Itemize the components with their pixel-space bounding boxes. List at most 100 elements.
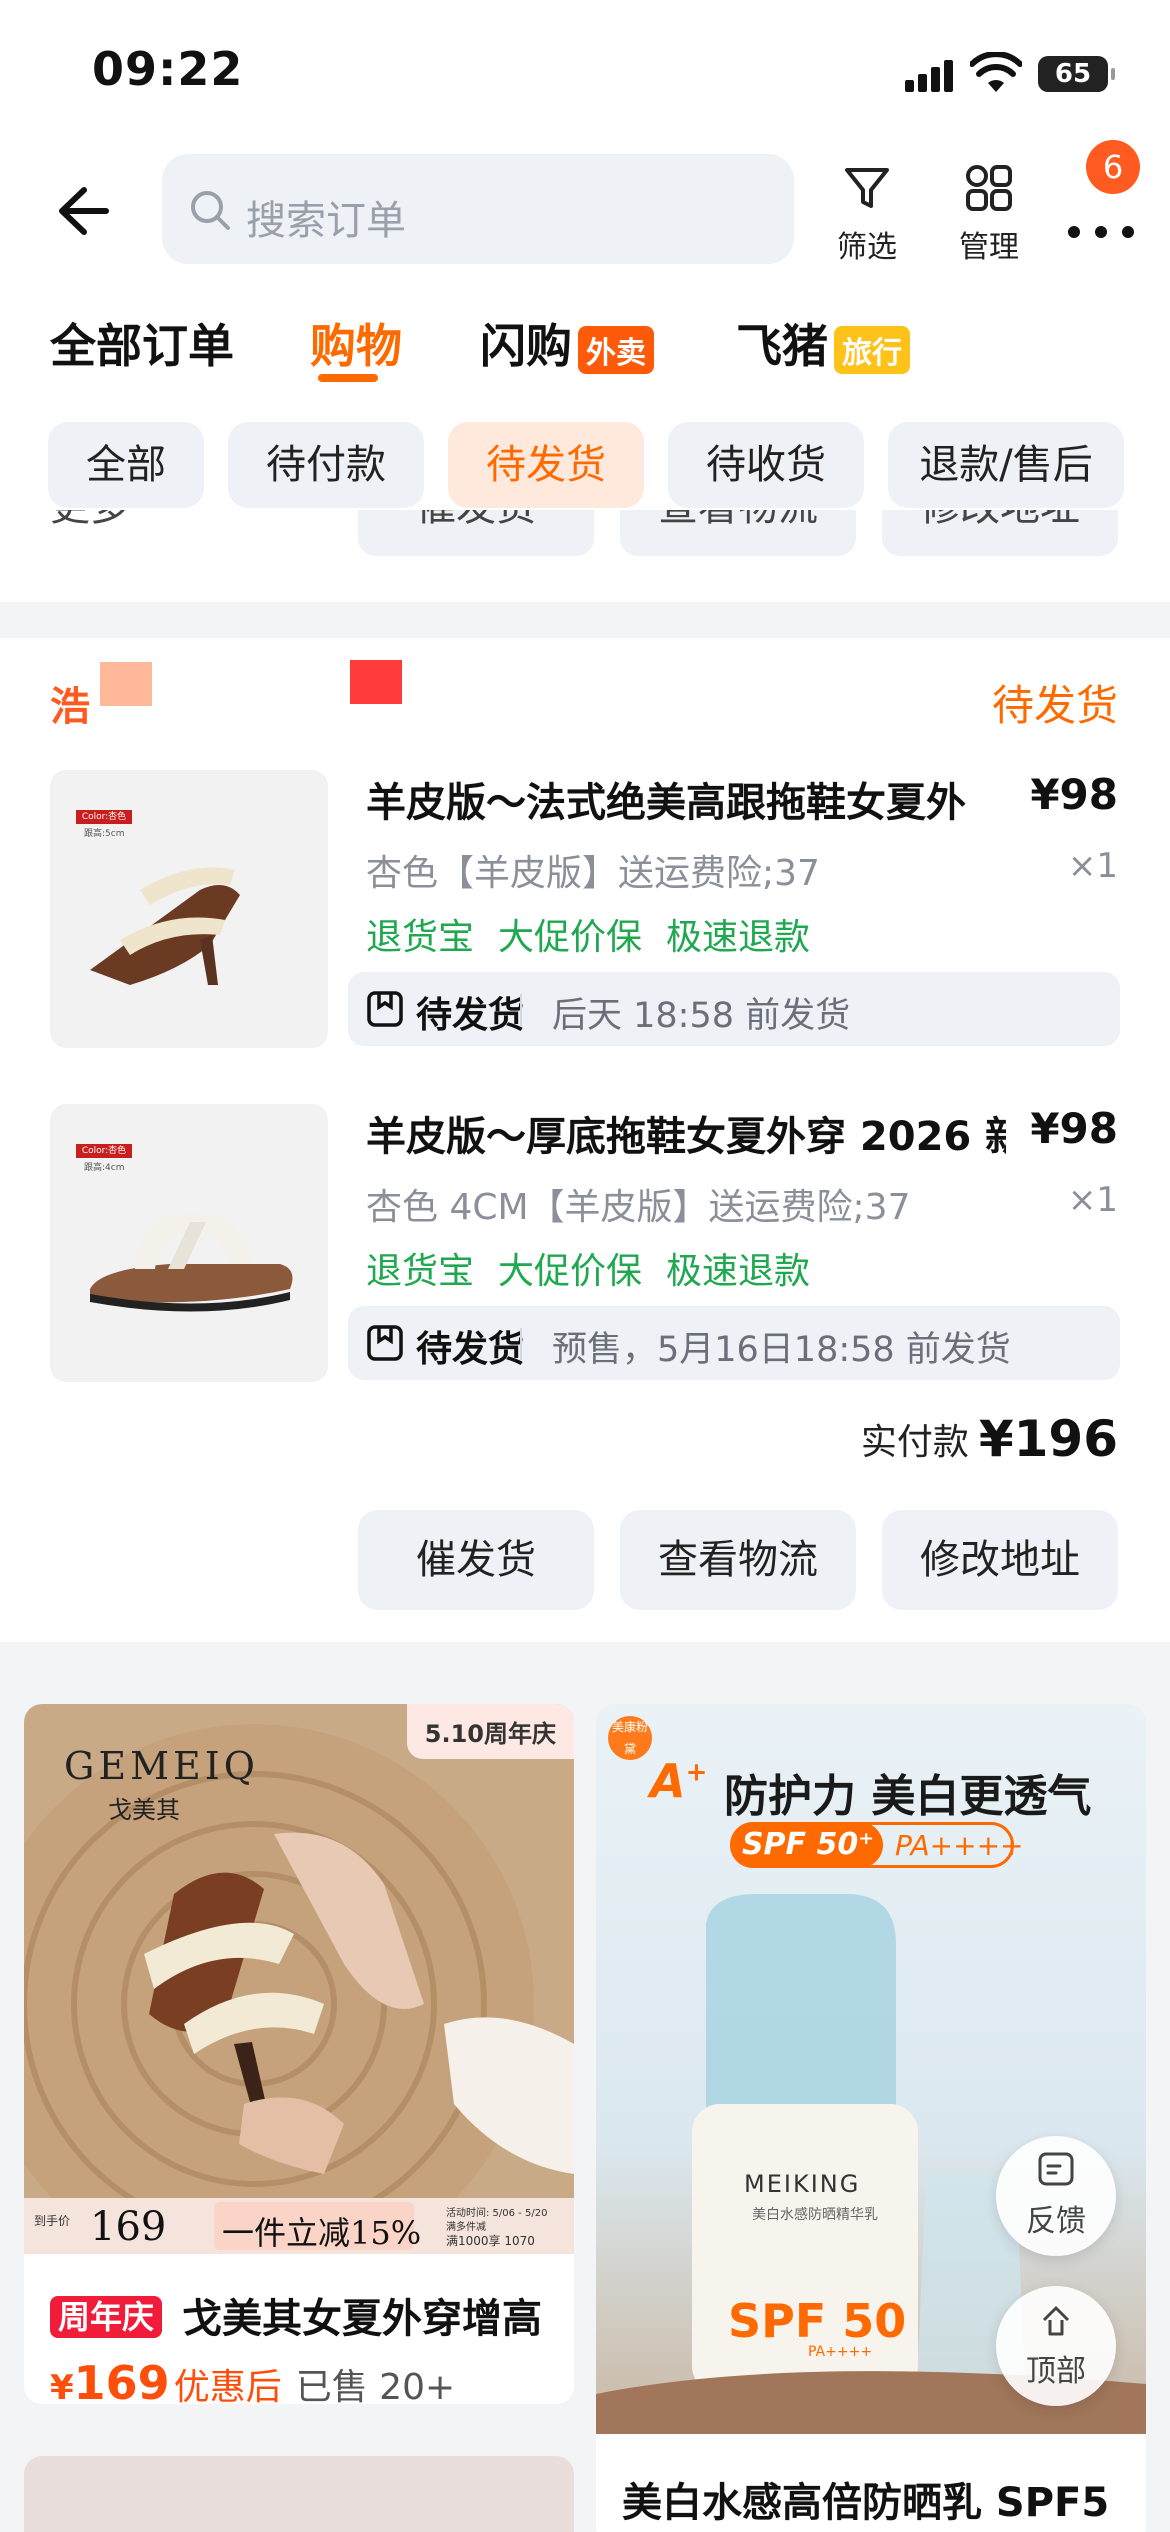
product-image: GEMEIQ 戈美其 5.10周年庆 到手价 169 一件立减15% 活动时间:…	[24, 1704, 574, 2254]
ship-deadline: 后天 18:58 前发货	[552, 996, 851, 1036]
service-tag: 极速退款	[666, 1251, 811, 1292]
product-qty: ×1	[1067, 1180, 1118, 1220]
tab-all-orders[interactable]: 全部订单	[50, 310, 234, 376]
chip-pending-receipt[interactable]: 待收货	[668, 422, 864, 508]
service-tag: 极速退款	[666, 917, 811, 958]
card-title-row: 周年庆 戈美其女夏外穿增高	[50, 2286, 542, 2344]
shop-header[interactable]: 浩 待发货	[0, 650, 1170, 740]
peek-label: 修改地址	[920, 510, 1080, 532]
tab-label: 飞猪	[736, 319, 828, 373]
chip-pending-payment[interactable]: 待付款	[228, 422, 424, 508]
main-tabs: 全部订单 购物 闪购 外卖 飞猪 旅行	[0, 300, 1170, 390]
service-tag: 退货宝	[366, 1251, 475, 1292]
peek-urge-button[interactable]: 催发货	[358, 510, 594, 556]
peek-label: 催发货	[416, 510, 536, 532]
package-icon	[367, 991, 403, 1027]
peek-label: 查看物流	[658, 510, 818, 532]
search-input[interactable]: 搜索订单	[162, 154, 794, 264]
status-bar: 09:22 65	[0, 0, 1170, 140]
chip-refund-aftersale[interactable]: 退款/售后	[888, 422, 1124, 508]
service-tag: 退货宝	[366, 917, 475, 958]
status-time: 09:22	[92, 42, 244, 96]
manage-button[interactable]: 管理	[934, 160, 1044, 270]
banner-price: 169	[90, 2204, 167, 2250]
feedback-icon	[1038, 2152, 1074, 2186]
product-thumbnail: Color:杏色 跟高:5cm	[50, 770, 328, 1048]
previous-order-peek: 更多 催发货 查看物流 修改地址	[0, 510, 1170, 570]
card-title: 戈美其女夏外穿增高	[181, 2296, 542, 2342]
peek-address-button[interactable]: 修改地址	[882, 510, 1118, 556]
sandal-image	[90, 867, 240, 985]
shop-name-redacted	[350, 660, 402, 704]
product-price: ¥98	[1030, 1104, 1118, 1153]
total-value: ¥196	[978, 1410, 1118, 1468]
anniversary-tag: 周年庆	[50, 2296, 163, 2338]
tab-tag-takeout: 外卖	[578, 325, 654, 374]
tab-shopping[interactable]: 购物	[310, 310, 402, 376]
tab-label: 全部订单	[50, 319, 234, 373]
package-icon	[367, 1325, 403, 1361]
divider	[520, 994, 522, 1026]
banner-label: 到手价	[34, 2214, 71, 2228]
total-label: 实付款	[860, 1422, 969, 1463]
product-spec: 杏色 4CM【羊皮版】送运费险;37	[366, 1187, 911, 1228]
banner-offer: 一件立减15%	[222, 2214, 422, 2252]
brand-logo: GEMEIQ	[64, 1744, 259, 1788]
banner-event2: 满多件减	[446, 2222, 486, 2233]
back-icon[interactable]	[44, 176, 114, 246]
chip-all[interactable]: 全部	[48, 422, 204, 508]
product-thumbnail: Color:杏色 跟高:4cm	[50, 1104, 328, 1382]
anniversary-corner: 5.10周年庆	[406, 1704, 574, 1759]
recommend-card[interactable]: GEMEIQ 戈美其 5.10周年庆 到手价 169 一件立减15% 活动时间:…	[24, 1704, 574, 2404]
recommend-card[interactable]: 美康粉黛 A+ 防护力 美白更透气 SPF 50⁺ PA++++ MEIKING…	[596, 1704, 1146, 2532]
product-title: 羊皮版～厚底拖鞋女夏外穿 2026 新	[366, 1114, 1006, 1160]
ship-status-label: 待发货	[416, 1329, 525, 1370]
modify-address-button[interactable]: 修改地址	[882, 1510, 1118, 1610]
urge-shipment-button[interactable]: 催发货	[358, 1510, 594, 1610]
feedback-label: 反馈	[1026, 2204, 1086, 2239]
chip-pending-shipment[interactable]: 待发货	[448, 422, 644, 508]
product-pa: PA++++	[808, 2344, 873, 2360]
banner-event3: 满1000享 1070	[446, 2234, 535, 2248]
search-placeholder: 搜索订单	[246, 198, 406, 244]
more-icon[interactable]	[1066, 186, 1136, 256]
filter-button[interactable]: 筛选	[812, 160, 922, 270]
shop-logo: 浩	[50, 684, 90, 730]
product-spf: SPF 50	[728, 2294, 907, 2348]
divider	[520, 1328, 522, 1360]
price-note: 优惠后	[173, 2367, 282, 2404]
product-title: 羊皮版～法式绝美高跟拖鞋女夏外	[366, 780, 966, 826]
product-subtitle: 美白水感防晒精华乳	[752, 2207, 878, 2223]
manage-label: 管理	[959, 230, 1019, 265]
brand-cn: 戈美其	[108, 1796, 180, 1824]
view-logistics-button[interactable]: 查看物流	[620, 1510, 856, 1610]
service-tag: 大促价保	[498, 917, 643, 958]
shipping-status-bar[interactable]: 待发货 后天 18:58 前发货	[348, 972, 1120, 1046]
service-tags: 退货宝 大促价保 极速退款	[366, 908, 834, 960]
order-item[interactable]: Color:杏色 跟高:4cm 羊皮版～厚底拖鞋女夏外穿 2026 新 ¥98 …	[0, 1104, 1170, 1394]
feedback-button[interactable]: 反馈	[996, 2136, 1116, 2256]
active-tab-indicator	[318, 374, 378, 382]
service-tags: 退货宝 大促价保 极速退款	[366, 1242, 834, 1294]
peek-logistics-button[interactable]: 查看物流	[620, 510, 856, 556]
sandal-image	[90, 1213, 293, 1312]
price-banner: 到手价 169 一件立减15% 活动时间: 5/06 - 5/20 满多件减 满…	[24, 2198, 574, 2254]
tab-flash-buy[interactable]: 闪购 外卖	[480, 310, 654, 376]
tab-fliggy[interactable]: 飞猪 旅行	[736, 310, 910, 376]
search-icon	[191, 191, 230, 230]
shipping-status-bar[interactable]: 待发货 预售，5月16日18:58 前发货	[348, 1306, 1120, 1380]
next-recommend-card-peek[interactable]	[24, 2456, 574, 2532]
peek-more[interactable]: 更多	[50, 510, 130, 532]
card-price-row: ¥169 优惠后 已售 20+	[50, 2356, 455, 2404]
product-brand: MEIKING	[744, 2170, 861, 2198]
header: 搜索订单 筛选 管理	[0, 140, 1170, 280]
card-title: 美白水感高倍防晒乳 SPF5	[622, 2480, 1110, 2526]
arrow-up-icon	[1042, 2306, 1070, 2336]
signal-icon	[905, 60, 955, 92]
back-to-top-button[interactable]: 顶部	[996, 2286, 1116, 2406]
order-total: 实付款 ¥196	[861, 1410, 1118, 1480]
status-filter-row: 全部 待付款 待发货 待收货 退款/售后	[0, 420, 1170, 510]
order-item[interactable]: Color:杏色 跟高:5cm 羊皮版～法式绝美高跟拖鞋女夏外 ¥98 杏色【羊…	[0, 770, 1170, 1060]
order-status: 待发货	[991, 681, 1118, 730]
ship-deadline: 预售，5月16日18:58 前发货	[552, 1330, 1011, 1370]
